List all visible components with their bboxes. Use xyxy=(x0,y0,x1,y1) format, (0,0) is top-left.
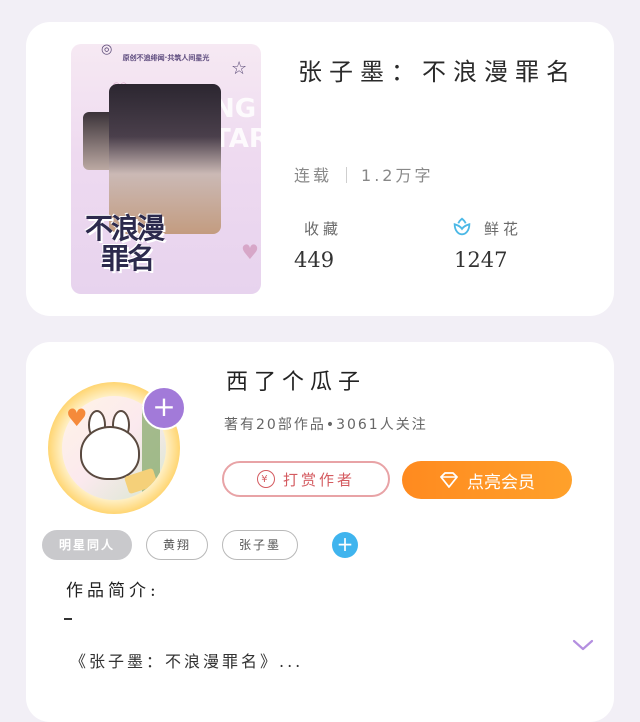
author-card: ♥ + 西了个瓜子 著有20部作品•3061人关注 ¥ 打赏作者 点亮会员 明星… xyxy=(26,342,614,722)
flowers-value: 1247 xyxy=(454,248,508,272)
cover-title-line2: 罪名 xyxy=(101,242,155,275)
avatar-bunny xyxy=(80,426,140,480)
favorites-value: 449 xyxy=(294,248,335,272)
book-status: 连载 xyxy=(294,166,333,185)
chevron-down-icon[interactable] xyxy=(572,638,594,652)
author-stats: 著有20部作品•3061人关注 xyxy=(224,417,428,433)
tip-author-label: 打赏作者 xyxy=(282,470,355,489)
heart-icon: ♥ xyxy=(66,404,88,432)
cover-heart-icon-2: ♥ xyxy=(241,240,259,264)
book-cover[interactable]: 原创不追绯闻·共筑人间星光 ♡ ◎ ☆ ♥ NG TAR 不浪漫 罪名 xyxy=(71,44,261,294)
cover-title-art: 不浪漫 罪名 xyxy=(85,214,195,274)
tag-item[interactable]: 明星同人 xyxy=(42,530,133,560)
cover-banner: 原创不追绯闻·共筑人间星光 xyxy=(122,54,210,62)
intro-text[interactable]: 《张子墨：不浪漫罪名》... xyxy=(70,648,303,672)
cover-title-line1: 不浪漫 xyxy=(85,212,165,245)
diamond-icon xyxy=(440,472,458,488)
cover-camera-icon: ◎ xyxy=(101,44,113,57)
book-title: 张子墨：不浪漫罪名 xyxy=(298,58,577,86)
tag-item[interactable]: 黄翔 xyxy=(146,530,209,560)
book-word-count: 1.2万字 xyxy=(361,166,434,185)
tag-item[interactable]: 张子墨 xyxy=(222,530,299,560)
flower-icon xyxy=(453,217,471,236)
author-name[interactable]: 西了个瓜子 xyxy=(226,364,366,396)
vip-button[interactable]: 点亮会员 xyxy=(402,461,572,499)
flowers-label: 鲜花 xyxy=(484,220,523,238)
intro-divider xyxy=(64,618,72,620)
meta-divider xyxy=(346,167,348,183)
intro-label: 作品简介: xyxy=(66,581,160,601)
add-tag-button[interactable]: + xyxy=(332,532,359,558)
cover-star-icon: ☆ xyxy=(231,58,248,79)
book-meta: 连载 1.2万字 xyxy=(294,162,433,186)
tip-author-button[interactable]: ¥ 打赏作者 xyxy=(222,461,390,497)
vip-label: 点亮会员 xyxy=(467,472,535,492)
favorites-label: 收藏 xyxy=(304,220,343,238)
coin-icon: ¥ xyxy=(256,470,275,488)
tag-list: 明星同人 黄翔 张子墨 + xyxy=(42,530,359,560)
follow-author-button[interactable]: + xyxy=(142,386,186,430)
book-card: 原创不追绯闻·共筑人间星光 ♡ ◎ ☆ ♥ NG TAR 不浪漫 罪名 张子墨：… xyxy=(26,22,614,316)
